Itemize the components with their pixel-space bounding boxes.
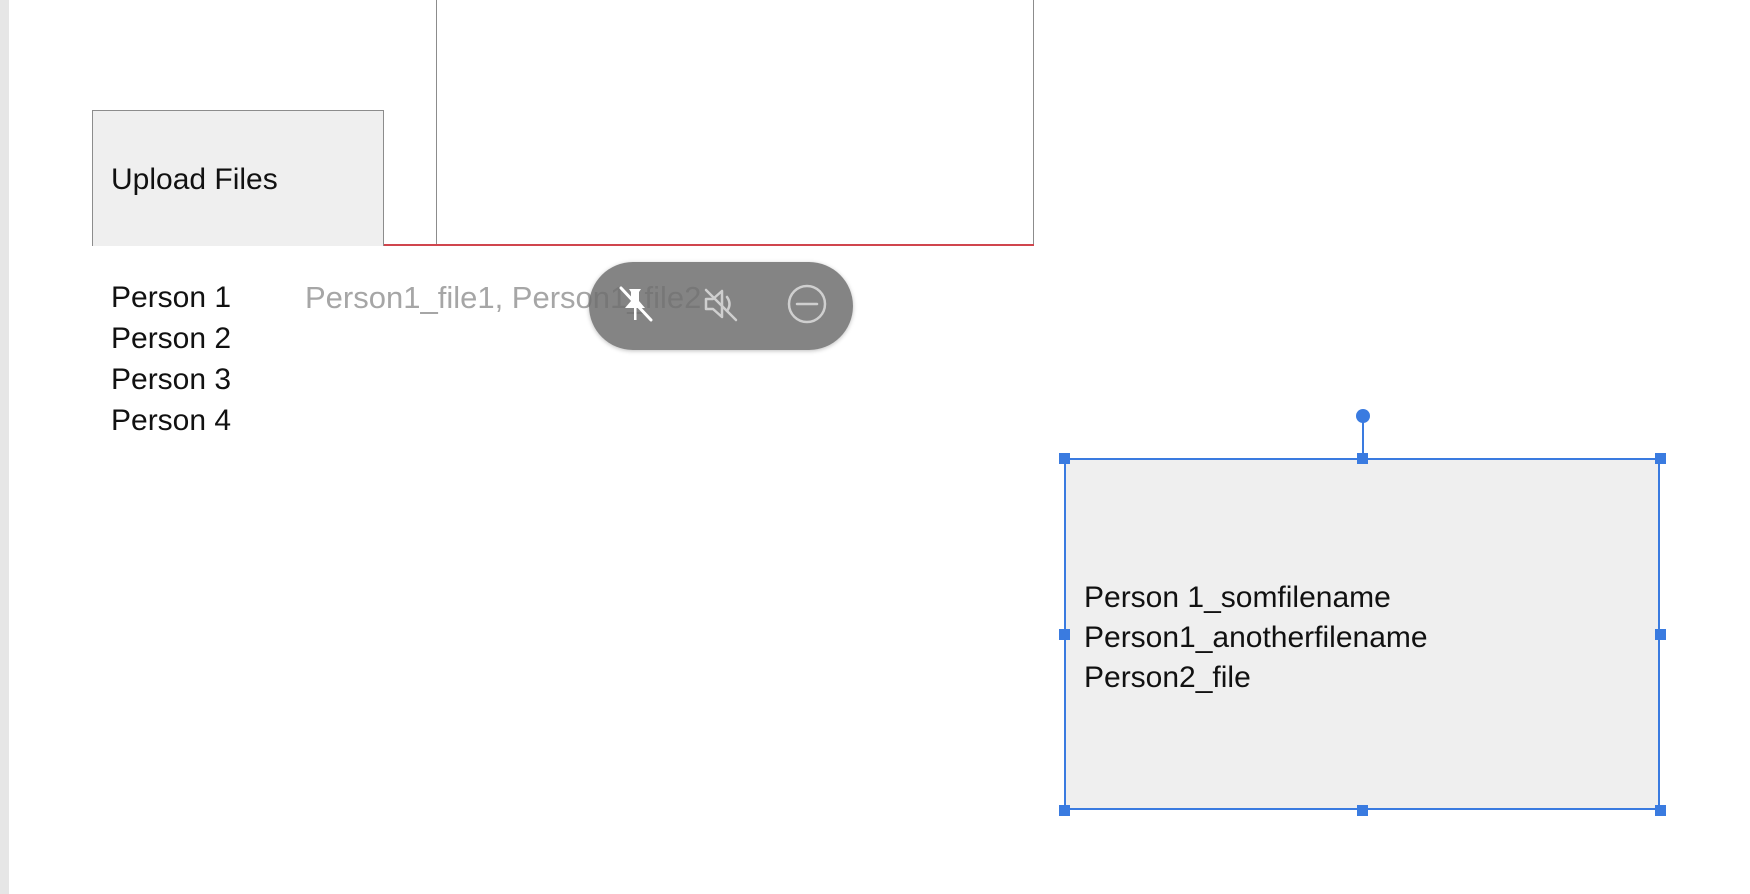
slide-canvas[interactable]: Upload Files Person 1 Person 2 Person 3 … bbox=[0, 0, 1750, 894]
person-item: Person 4 bbox=[111, 404, 232, 437]
resize-handle-bottom[interactable] bbox=[1357, 805, 1368, 816]
person-list: Person 1 Person 2 Person 3 Person 4 bbox=[111, 277, 231, 441]
minimize-icon bbox=[785, 282, 829, 331]
resize-handle-right[interactable] bbox=[1655, 629, 1666, 640]
resize-handle-bottom-left[interactable] bbox=[1059, 805, 1070, 816]
person-item: Person 2 bbox=[111, 322, 232, 355]
unpin-button[interactable] bbox=[611, 282, 659, 330]
mute-button[interactable] bbox=[696, 282, 744, 330]
resize-handle-top-left[interactable] bbox=[1059, 453, 1070, 464]
file-name-line: Person2_file bbox=[1084, 661, 1251, 694]
rotate-handle[interactable] bbox=[1356, 409, 1370, 423]
upload-files-label: Upload Files bbox=[111, 163, 278, 196]
minimize-button[interactable] bbox=[783, 282, 831, 330]
upload-files-box[interactable]: Upload Files bbox=[92, 110, 384, 246]
resize-handle-bottom-right[interactable] bbox=[1655, 805, 1666, 816]
unpin-icon bbox=[613, 282, 657, 331]
table-divider-right bbox=[1033, 0, 1034, 246]
person-item: Person 3 bbox=[111, 363, 232, 396]
mute-icon bbox=[698, 282, 742, 331]
table-divider-inner bbox=[436, 0, 437, 246]
floating-controls bbox=[589, 262, 853, 350]
file-name-line: Person 1_somfilename bbox=[1084, 581, 1391, 614]
resize-handle-top[interactable] bbox=[1357, 453, 1368, 464]
person-item: Person 1 bbox=[111, 281, 232, 314]
selected-text-box[interactable]: Person 1_somfilename Person1_anotherfile… bbox=[1064, 458, 1660, 810]
canvas-left-edge bbox=[0, 0, 9, 894]
resize-handle-left[interactable] bbox=[1059, 629, 1070, 640]
resize-handle-top-right[interactable] bbox=[1655, 453, 1666, 464]
file-name-line: Person1_anotherfilename bbox=[1084, 621, 1428, 654]
selected-box-text[interactable]: Person 1_somfilename Person1_anotherfile… bbox=[1084, 578, 1428, 698]
